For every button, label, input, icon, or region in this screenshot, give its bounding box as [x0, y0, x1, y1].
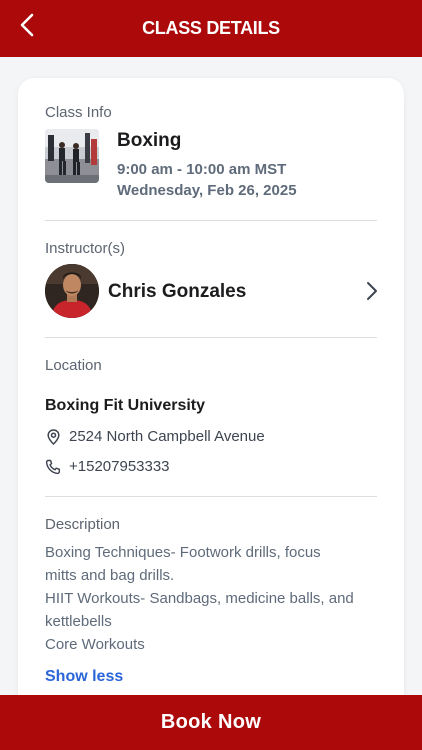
- phone-icon: [45, 459, 61, 475]
- instructor-avatar: [45, 264, 99, 318]
- class-details-card: Class Info Boxing 9:00 am - 10:00 am MST…: [18, 78, 404, 718]
- instructors-label: Instructor(s): [45, 240, 126, 257]
- class-info-label: Class Info: [45, 104, 112, 121]
- phone-line[interactable]: +15207953333: [45, 458, 170, 475]
- chevron-right-icon: [367, 282, 377, 300]
- class-name: Boxing: [117, 130, 182, 151]
- instructor-name: Chris Gonzales: [108, 281, 247, 302]
- phone-text: +15207953333: [69, 458, 170, 475]
- description-label: Description: [45, 516, 121, 533]
- class-date: Wednesday, Feb 26, 2025: [117, 182, 297, 199]
- description-text: Boxing Techniques- Footwork drills, focu…: [45, 544, 354, 653]
- page-title: CLASS DETAILS: [142, 18, 280, 38]
- address-line[interactable]: 2524 North Campbell Avenue: [45, 428, 265, 445]
- divider: [45, 337, 377, 338]
- show-less-link[interactable]: Show less: [45, 668, 123, 686]
- map-pin-icon: [45, 428, 61, 445]
- location-label: Location: [45, 357, 102, 374]
- divider: [45, 496, 377, 497]
- back-button[interactable]: [14, 11, 40, 39]
- divider: [45, 220, 377, 221]
- book-now-label: Book Now: [160, 711, 262, 733]
- class-time: 9:00 am - 10:00 am MST: [117, 161, 287, 178]
- location-name: Boxing Fit University: [45, 397, 206, 414]
- class-thumbnail: [45, 129, 99, 183]
- book-now-button[interactable]: Book Now: [0, 695, 422, 750]
- address-text: 2524 North Campbell Avenue: [69, 428, 265, 445]
- header-bar: CLASS DETAILS: [0, 0, 422, 57]
- chevron-left-icon: [20, 13, 34, 37]
- instructor-row[interactable]: Chris Gonzales: [45, 264, 379, 320]
